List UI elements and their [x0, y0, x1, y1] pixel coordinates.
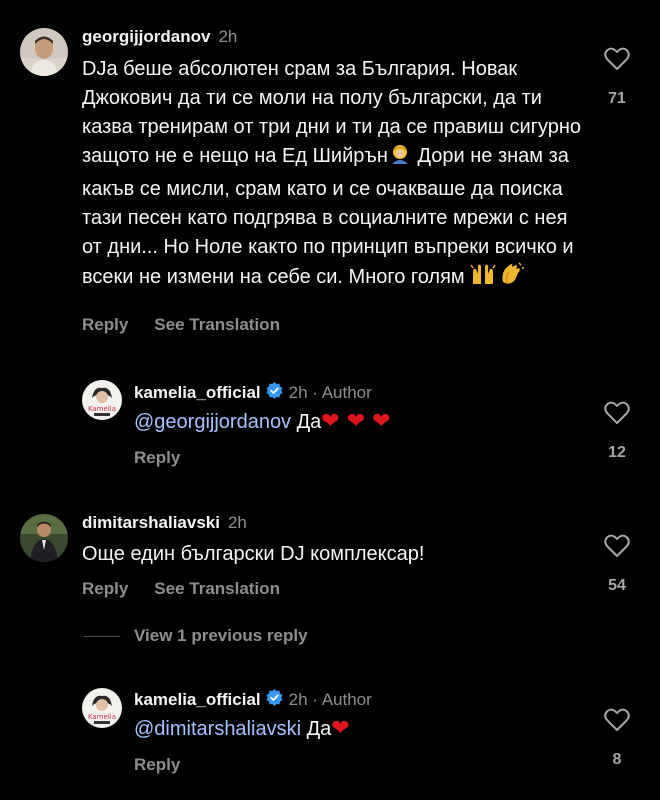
username[interactable]: kamelia_official — [134, 690, 261, 710]
svg-text:Kamelia: Kamelia — [88, 713, 116, 721]
like-count: 71 — [608, 90, 626, 107]
verified-badge-icon — [266, 689, 283, 711]
avatar[interactable]: Kamelia — [82, 380, 122, 420]
see-translation-button[interactable]: See Translation — [154, 315, 280, 335]
like-count: 12 — [608, 444, 626, 461]
timestamp-author: 2h · Author — [288, 690, 372, 709]
mention-link[interactable]: @georgijjordanov — [134, 411, 291, 433]
red-heart-emoji-icon: ❤ ❤ ❤ — [321, 409, 391, 434]
comment-text: Още един български DJ комплексар! — [82, 543, 425, 565]
username[interactable]: georgijjordanov — [82, 27, 210, 47]
username[interactable]: dimitarshaliavski — [82, 513, 220, 533]
raising-hands-emoji-icon — [470, 262, 496, 295]
reply-button[interactable]: Reply — [134, 755, 180, 775]
heart-icon[interactable] — [604, 534, 630, 563]
comment-text: @georgijjordanov Да❤ ❤ ❤ — [134, 409, 391, 434]
timestamp: 2h — [227, 513, 247, 532]
verified-badge-icon — [266, 382, 283, 404]
view-previous-replies[interactable]: View 1 previous reply — [84, 626, 308, 646]
reply-button[interactable]: Reply — [82, 579, 128, 599]
reply-button[interactable]: Reply — [82, 315, 128, 335]
avatar[interactable] — [20, 514, 68, 562]
heart-icon[interactable] — [604, 708, 630, 737]
heart-icon[interactable] — [604, 401, 630, 430]
like-count: 54 — [608, 577, 626, 594]
timestamp: 2h — [218, 27, 238, 46]
see-translation-button[interactable]: See Translation — [154, 579, 280, 599]
view-previous-replies-label[interactable]: View 1 previous reply — [134, 626, 308, 646]
thread-divider — [84, 635, 120, 637]
comment-text: @dimitarshaliavski Да❤ — [134, 716, 350, 741]
avatar[interactable]: Kamelia — [82, 688, 122, 728]
svg-text:Kamelia: Kamelia — [88, 405, 116, 413]
comment-text: DJa беше абсолютен срам за България. Нов… — [82, 55, 582, 295]
avatar[interactable] — [20, 28, 68, 76]
red-heart-emoji-icon: ❤ — [331, 716, 350, 741]
clapping-hands-emoji-icon — [498, 262, 525, 295]
like-count: 8 — [612, 751, 622, 768]
reply-button[interactable]: Reply — [134, 448, 180, 468]
mention-link[interactable]: @dimitarshaliavski — [134, 718, 301, 740]
username[interactable]: kamelia_official — [134, 383, 261, 403]
facepalm-emoji-icon — [388, 142, 412, 175]
heart-icon[interactable] — [604, 47, 630, 76]
timestamp-author: 2h · Author — [288, 383, 372, 402]
